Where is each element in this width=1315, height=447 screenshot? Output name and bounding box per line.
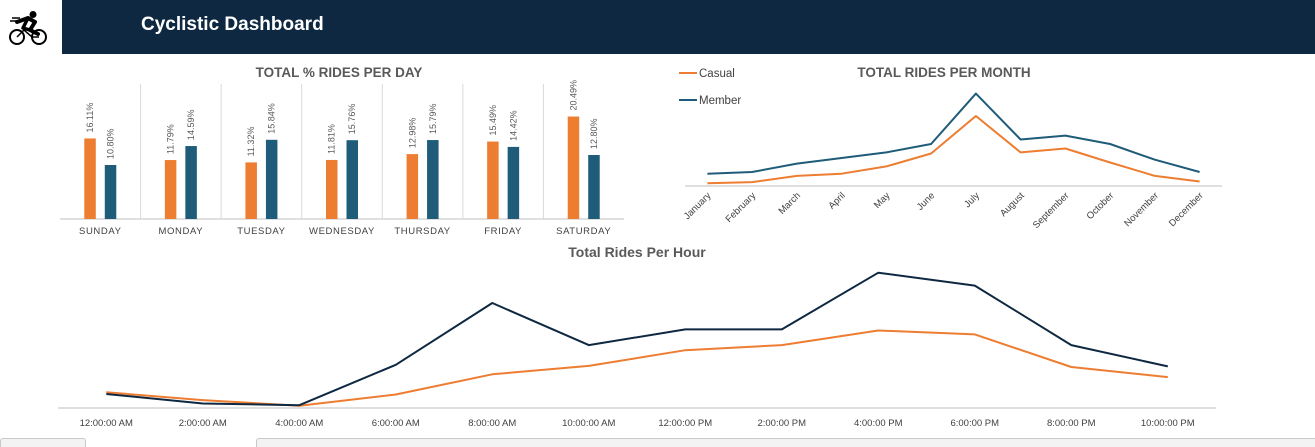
x-tick-label: 8:00:00 PM <box>1047 418 1096 429</box>
x-tick-label: 4:00:00 PM <box>854 418 903 429</box>
x-tick-label: 6:00:00 PM <box>950 418 999 429</box>
x-tick-label: 6:00:00 AM <box>372 418 420 429</box>
x-tick-label: 2:00:00 PM <box>757 418 806 429</box>
x-tick-label: 8:00:00 AM <box>468 418 516 429</box>
series-line <box>106 329 1168 407</box>
chart-title: Total Rides Per Hour <box>568 244 706 260</box>
rides-per-hour-chart: Total Rides Per Hour 12:00:00 AM 2:00:00 … <box>58 244 1216 429</box>
x-tick-label: 4:00:00 AM <box>275 418 323 429</box>
series-line <box>106 271 1169 407</box>
x-tick-label: 2:00:00 AM <box>179 418 227 429</box>
x-tick-label: 10:00:00 AM <box>562 418 615 429</box>
x-tick-label: 12:00:00 PM <box>658 418 712 429</box>
x-tick-label: 12:00:00 AM <box>80 418 133 429</box>
x-tick-label: 10:00:00 PM <box>1141 418 1195 429</box>
